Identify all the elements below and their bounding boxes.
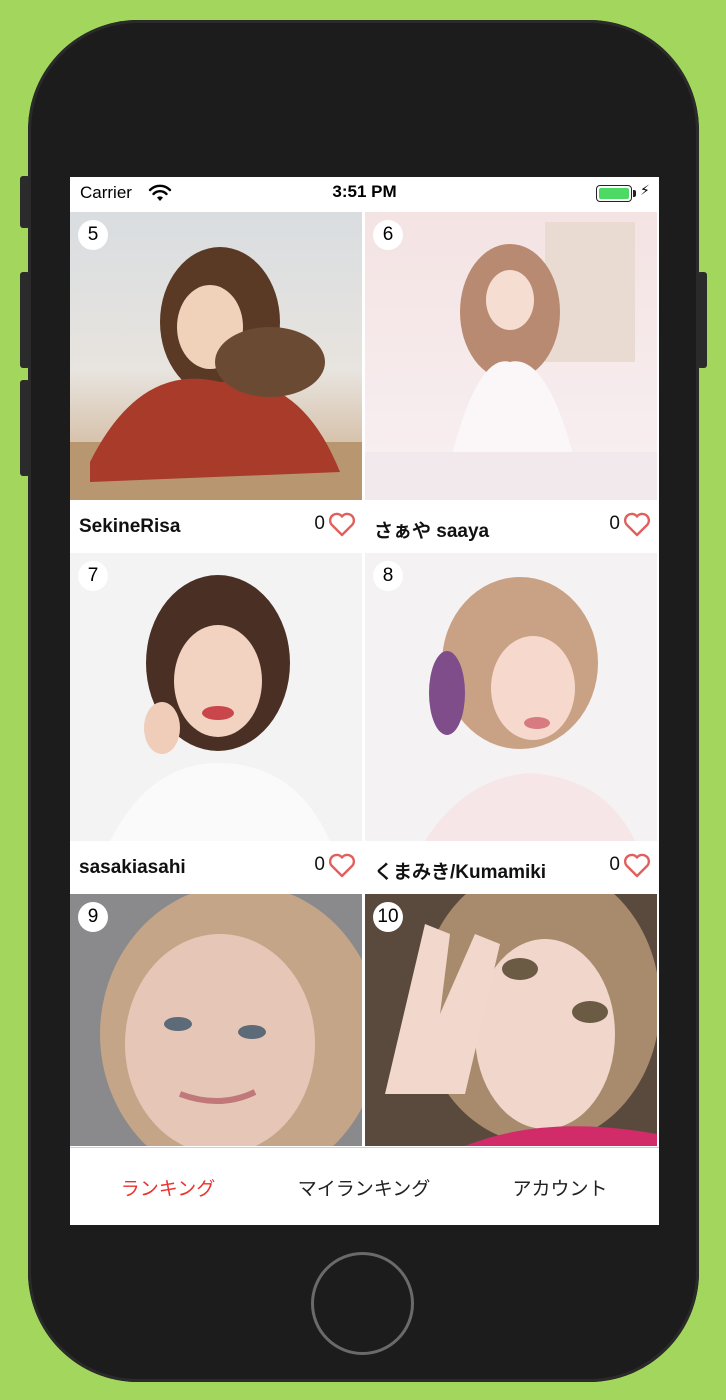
profile-photo <box>365 894 657 1146</box>
heart-icon[interactable] <box>623 852 651 878</box>
profile-photo <box>70 894 362 1146</box>
ranking-card[interactable]: 5 SekineRisa 0 <box>70 212 362 551</box>
home-button[interactable] <box>311 1252 414 1355</box>
like-control[interactable]: 0 <box>609 852 651 878</box>
rank-badge: 8 <box>373 561 403 591</box>
ranking-card[interactable]: 10 <box>365 894 657 1146</box>
battery-tip <box>633 190 636 197</box>
rank-badge: 7 <box>78 561 108 591</box>
app-screen: Carrier 3:51 PM ⚡ 5 SekineRisa 0 6 さぁや s… <box>70 177 659 1225</box>
status-time: 3:51 PM <box>332 182 397 201</box>
heart-icon[interactable] <box>328 852 356 878</box>
profile-photo <box>70 553 362 841</box>
profile-photo <box>70 212 362 500</box>
rank-badge: 10 <box>373 902 403 932</box>
profile-photo <box>365 212 657 500</box>
like-count: 0 <box>314 513 325 534</box>
tab-account[interactable]: アカウント <box>462 1174 658 1201</box>
status-bar: Carrier 3:51 PM ⚡ <box>70 177 659 211</box>
like-control[interactable]: 0 <box>314 511 356 537</box>
like-control[interactable]: 0 <box>314 852 356 878</box>
like-count: 0 <box>609 513 620 534</box>
tab-bar: ランキング マイランキング アカウント <box>70 1147 659 1225</box>
heart-icon[interactable] <box>328 511 356 537</box>
rank-badge: 9 <box>78 902 108 932</box>
profile-photo <box>365 553 657 841</box>
rank-badge: 6 <box>373 220 403 250</box>
tab-my-ranking[interactable]: マイランキング <box>266 1174 462 1201</box>
charging-bolt-icon: ⚡ <box>640 183 650 199</box>
ranking-card[interactable]: 6 さぁや saaya 0 <box>365 212 657 551</box>
user-name: さぁや saaya <box>374 521 490 542</box>
user-name: SekineRisa <box>79 516 181 537</box>
like-control[interactable]: 0 <box>609 511 651 537</box>
tab-ranking[interactable]: ランキング <box>70 1174 266 1201</box>
like-count: 0 <box>314 854 325 875</box>
heart-icon[interactable] <box>623 511 651 537</box>
ranking-card[interactable]: 8 くまみき/Kumamiki 0 <box>365 553 657 892</box>
user-name: くまみき/Kumamiki <box>374 862 547 883</box>
ranking-card[interactable]: 9 <box>70 894 362 1146</box>
battery-icon <box>596 185 632 202</box>
user-name: sasakiasahi <box>79 857 186 878</box>
rank-badge: 5 <box>78 220 108 250</box>
ranking-card[interactable]: 7 sasakiasahi 0 <box>70 553 362 892</box>
like-count: 0 <box>609 854 620 875</box>
